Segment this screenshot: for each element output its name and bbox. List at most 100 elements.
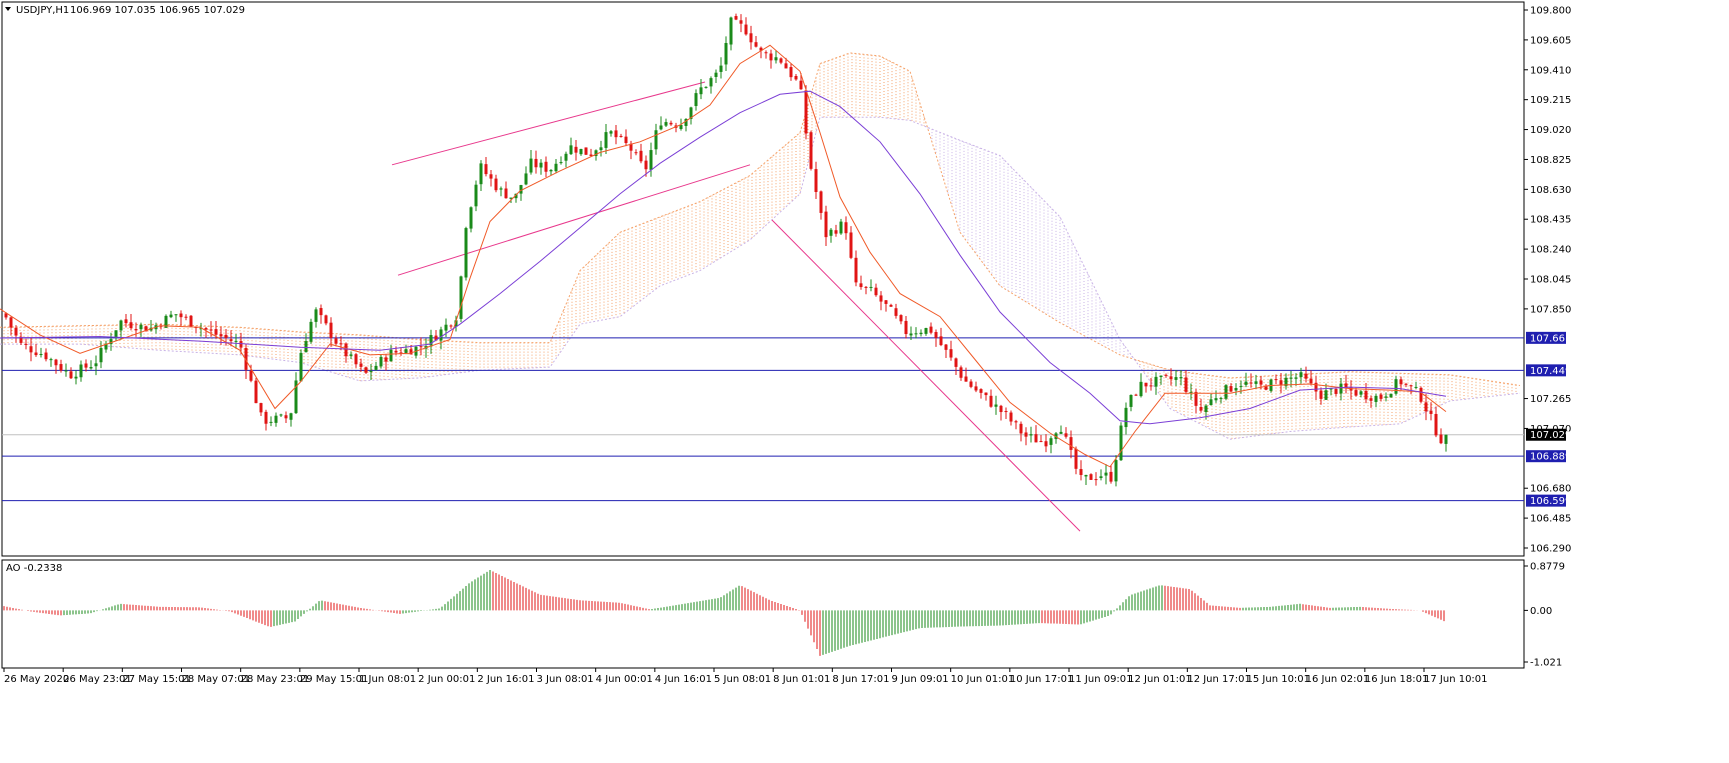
candle-body — [1114, 460, 1118, 482]
candle-body — [599, 147, 603, 151]
y-tick-label: 109.410 — [1530, 65, 1571, 76]
candle-body — [1354, 390, 1358, 396]
x-tick-label: 16 Jun 02:01 — [1306, 674, 1370, 685]
chart-canvas[interactable]: 109.800 109.605 109.410 109.215 109.020 108.8… — [0, 0, 1729, 759]
candle-body — [869, 286, 873, 288]
candle-body — [1079, 469, 1083, 475]
y-tick-label: 108.825 — [1530, 155, 1571, 166]
candle-body — [879, 295, 883, 302]
candle-body — [279, 414, 283, 416]
chart-symbol: USDJPY,H1 — [16, 5, 69, 16]
candle-body — [319, 308, 323, 316]
candle-body — [1204, 405, 1208, 413]
candle-body — [1239, 385, 1243, 387]
y-tick-label: 109.215 — [1530, 95, 1571, 106]
candle-body — [179, 313, 183, 318]
candle-body — [304, 341, 308, 353]
candle-body — [1049, 438, 1053, 445]
candle-body — [1274, 379, 1278, 381]
candle-body — [944, 344, 948, 350]
candle-body — [544, 161, 548, 172]
x-tick-label: 11 Jun 09:01 — [1069, 674, 1133, 685]
candle-body — [884, 300, 888, 304]
candle-body — [664, 122, 668, 126]
candle-body — [814, 169, 818, 192]
candle-body — [1094, 479, 1098, 481]
candle-body — [1074, 448, 1078, 469]
candle-body — [74, 376, 78, 379]
candle-body — [769, 53, 773, 61]
candle-body — [444, 324, 448, 331]
candle-body — [764, 52, 768, 54]
candle-body — [219, 334, 223, 337]
candle-body — [124, 319, 128, 324]
candle-body — [874, 287, 878, 296]
candle-body — [794, 76, 798, 80]
candle-body — [654, 130, 658, 150]
candle-body — [699, 87, 703, 95]
candle-body — [829, 229, 833, 236]
candle-body — [614, 130, 618, 138]
candle-body — [1444, 434, 1448, 444]
candle-body — [1339, 383, 1343, 394]
candle-body — [1394, 379, 1398, 394]
candle-body — [609, 131, 613, 134]
x-tick-label: 2 Jun 16:01 — [477, 674, 534, 685]
candle-body — [1439, 434, 1443, 444]
candle-body — [264, 411, 268, 424]
candle-body — [299, 352, 303, 382]
candle-body — [309, 321, 313, 342]
candle-body — [9, 317, 13, 328]
cloud-span-cloud_b — [0, 116, 1521, 440]
candle-body — [549, 169, 553, 172]
candle-body — [984, 392, 988, 396]
candle-body — [804, 90, 808, 134]
candle-body — [1169, 376, 1173, 380]
x-tick-label: 8 Jun 17:01 — [832, 674, 889, 685]
candle-body — [1369, 398, 1373, 401]
awesome-oscillator-histogram — [3, 569, 1445, 656]
candle-body — [1009, 412, 1013, 422]
candle-body — [719, 65, 723, 72]
candle-body — [1309, 378, 1313, 384]
candle-body — [1299, 372, 1303, 378]
candle-body — [314, 309, 318, 322]
candle-body — [639, 150, 643, 162]
candle-body — [749, 33, 753, 43]
candle-body — [1064, 433, 1068, 437]
candle-body — [1289, 377, 1293, 379]
candle-body — [79, 364, 83, 378]
candle-body — [274, 415, 278, 423]
dropdown-triangle-icon[interactable] — [5, 7, 11, 11]
candle-body — [974, 386, 978, 391]
candle-body — [584, 147, 588, 155]
candle-body — [439, 329, 443, 341]
candle-body — [1334, 389, 1338, 394]
candle-body — [1414, 386, 1418, 388]
candle-body — [1179, 377, 1183, 379]
candle-body — [799, 80, 803, 90]
x-tick-label: 26 May 2020 — [4, 674, 69, 685]
candle-body — [559, 162, 563, 164]
candle-body — [189, 315, 193, 327]
candle-body — [139, 324, 143, 330]
candle-body — [964, 376, 968, 382]
candle-body — [1419, 387, 1423, 402]
candle-body — [209, 329, 213, 331]
level-price-label: 107.449 — [1530, 366, 1571, 377]
level-price-label: 106.889 — [1530, 452, 1571, 463]
candle-body — [1014, 421, 1018, 423]
candle-body — [384, 357, 388, 362]
candle-body — [1069, 437, 1073, 450]
candle-body — [669, 122, 673, 125]
candle-body — [819, 191, 823, 213]
candle-body — [824, 211, 828, 238]
ao-y-tick-label: 0.8779 — [1530, 562, 1565, 573]
candle-body — [1024, 432, 1028, 437]
candle-body — [89, 367, 93, 369]
candle-body — [284, 415, 288, 419]
candle-body — [1159, 375, 1163, 378]
candle-body — [334, 338, 338, 344]
chart-window[interactable]: 109.800 109.605 109.410 109.215 109.020 108.8… — [0, 0, 1729, 759]
candle-body — [554, 163, 558, 172]
